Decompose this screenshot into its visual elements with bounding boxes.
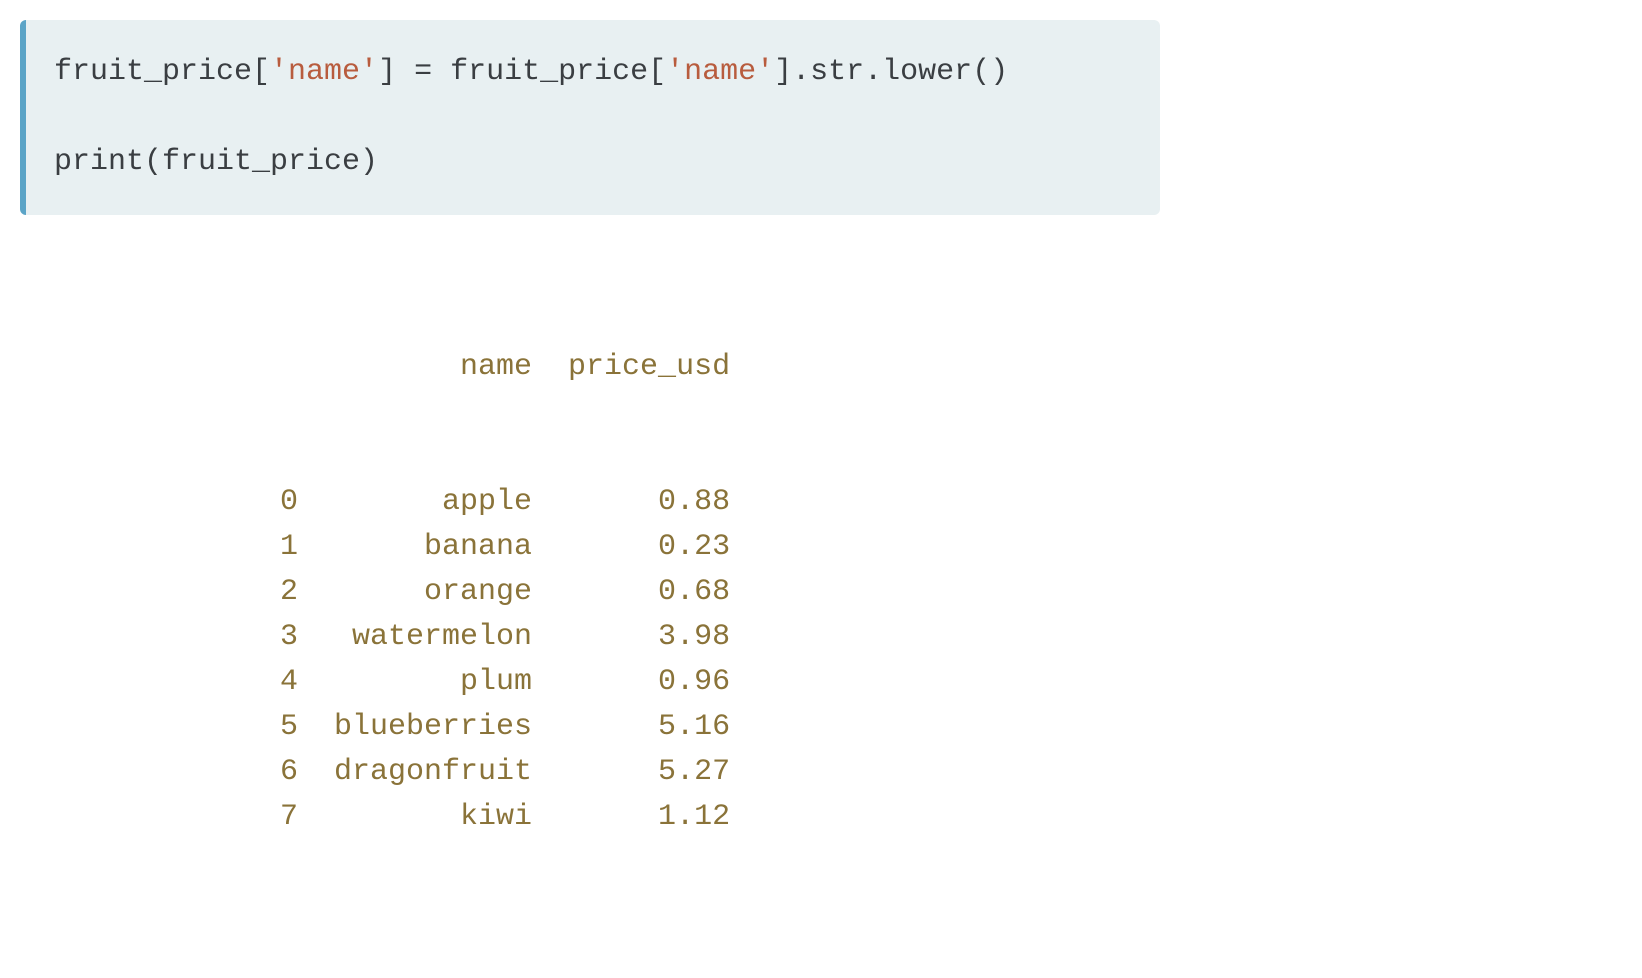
code-line-1: fruit_price['name'] = fruit_price['name'… [54, 50, 1132, 95]
code-token: ] = fruit_price[ [378, 55, 666, 89]
output-row: 4 plum 0.96 [280, 660, 1622, 705]
output-row: 2 orange 0.68 [280, 570, 1622, 615]
output-header: name price_usd [280, 345, 1622, 390]
output-row: 3 watermelon 3.98 [280, 615, 1622, 660]
code-line-3: print(fruit_price) [54, 140, 1132, 185]
output-row: 0 apple 0.88 [280, 480, 1622, 525]
code-block: fruit_price['name'] = fruit_price['name'… [20, 20, 1160, 215]
output-row: 1 banana 0.23 [280, 525, 1622, 570]
output-header-text: name price_usd [280, 350, 730, 384]
code-string-token: 'name' [666, 55, 774, 89]
output-row: 7 kiwi 1.12 [280, 795, 1622, 840]
output-block: name price_usd 0 apple 0.881 banana 0.23… [280, 255, 1622, 885]
code-string-token: 'name' [270, 55, 378, 89]
output-row: 6 dragonfruit 5.27 [280, 750, 1622, 795]
code-token: fruit_price[ [54, 55, 270, 89]
code-token: ].str.lower() [774, 55, 1008, 89]
output-row: 5 blueberries 5.16 [280, 705, 1622, 750]
code-line-blank [54, 95, 1132, 140]
